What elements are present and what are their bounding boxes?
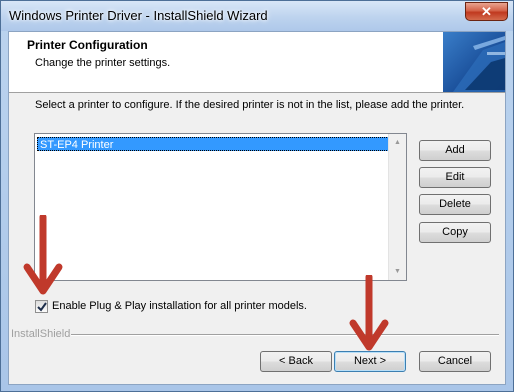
installer-window: Windows Printer Driver - InstallShield W… [0, 0, 514, 392]
edit-button[interactable]: Edit [419, 167, 491, 188]
copy-button[interactable]: Copy [419, 222, 491, 243]
installshield-brand: InstallShield [11, 328, 71, 340]
listbox-scrollbar[interactable]: ▲ ▼ [388, 134, 406, 280]
page-title: Printer Configuration [27, 38, 148, 52]
checkmark-icon [37, 302, 47, 312]
title-bar[interactable]: Windows Printer Driver - InstallShield W… [1, 1, 513, 31]
plug-and-play-label[interactable]: Enable Plug & Play installation for all … [52, 300, 307, 312]
wizard-client-area: Printer Configuration Change the printer… [8, 31, 506, 385]
add-button[interactable]: Add [419, 140, 491, 161]
delete-button[interactable]: Delete [419, 194, 491, 215]
back-button[interactable]: < Back [260, 351, 332, 372]
annotation-arrow-checkbox-icon [23, 215, 63, 295]
annotation-arrow-next-icon [349, 275, 389, 351]
printer-listbox[interactable]: ST-EP4 Printer ▲ ▼ [34, 133, 407, 281]
printer-logo-icon [443, 32, 505, 92]
cancel-button[interactable]: Cancel [419, 351, 491, 372]
list-item[interactable]: ST-EP4 Printer [37, 137, 389, 151]
page-subtitle: Change the printer settings. [35, 57, 171, 69]
scroll-up-icon[interactable]: ▲ [389, 134, 406, 151]
close-button[interactable]: ✕ [465, 2, 508, 21]
instruction-text: Select a printer to configure. If the de… [35, 99, 465, 111]
wizard-header: Printer Configuration Change the printer… [9, 32, 505, 93]
footer-divider [71, 334, 499, 336]
window-title: Windows Printer Driver - InstallShield W… [9, 8, 268, 23]
scroll-down-icon[interactable]: ▼ [389, 263, 406, 280]
